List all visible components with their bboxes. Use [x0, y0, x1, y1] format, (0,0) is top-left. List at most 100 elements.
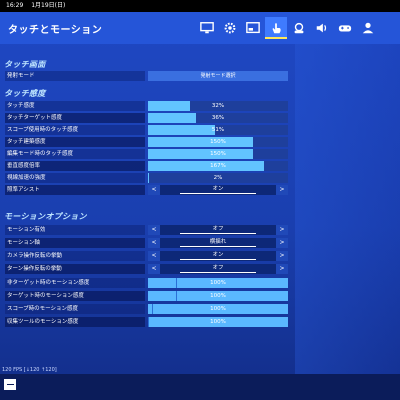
- scope-motion-sensitivity-row: スコープ時のモーション感度 100%: [4, 304, 288, 314]
- slider-value: 32%: [211, 103, 225, 109]
- scope-touch-sensitivity-row: スコープ使用時のタッチ感度 51%: [4, 125, 288, 135]
- tab-touch[interactable]: [265, 17, 287, 39]
- next-option-button[interactable]: >: [276, 185, 288, 195]
- motion-enabled-row: モーション有効 < オフ >: [4, 225, 288, 235]
- previous-option-button[interactable]: <: [148, 264, 160, 274]
- next-option-button[interactable]: >: [276, 264, 288, 274]
- fps-counter: 120 FPS [↓120 ↑120]: [2, 367, 57, 373]
- section-touch-sensitivity: タッチ感度: [4, 89, 46, 98]
- option-value: オン: [212, 252, 224, 258]
- look-acceleration-row: 視線加速の強度 2%: [4, 173, 288, 183]
- row-label: カメラ操作反転の挙動: [5, 251, 145, 261]
- row-label: 視線加速の強度: [5, 173, 145, 183]
- section-touch-ui: タッチ画面: [4, 60, 46, 69]
- previous-option-button[interactable]: <: [148, 238, 160, 248]
- back-button[interactable]: [4, 379, 16, 390]
- account-icon: [362, 22, 374, 34]
- decorative-panel: [295, 44, 400, 374]
- previous-option-button[interactable]: <: [148, 225, 160, 235]
- slider-value: 36%: [211, 115, 225, 121]
- option-display: オフ: [160, 264, 276, 274]
- previous-option-button[interactable]: <: [148, 251, 160, 261]
- option-underline: [180, 246, 256, 247]
- option-display: 横揺れ: [160, 238, 276, 248]
- target-motion-sensitivity-slider[interactable]: 100%: [148, 291, 288, 301]
- tab-audio[interactable]: [311, 17, 333, 39]
- slider-value: 150%: [210, 139, 226, 145]
- non-target-motion-sensitivity-slider[interactable]: 100%: [148, 278, 288, 288]
- slider-value: 100%: [210, 280, 226, 286]
- turn-invert-selector: < オフ >: [148, 264, 288, 274]
- row-label: ターン操作反転の挙動: [5, 264, 145, 274]
- look-acceleration-slider[interactable]: 2%: [148, 173, 288, 183]
- slider-value: 167%: [210, 163, 226, 169]
- tab-account[interactable]: [357, 17, 379, 39]
- option-underline: [180, 233, 256, 234]
- option-display: オフ: [160, 225, 276, 235]
- row-label: ターゲット時のモーション感度: [5, 291, 145, 301]
- touch-sensitivity-slider[interactable]: 32%: [148, 101, 288, 111]
- monitor-icon: [200, 22, 214, 34]
- gamepad-icon: [338, 25, 352, 32]
- tab-monitor[interactable]: [196, 17, 218, 39]
- system-status-bar: 16:29 1月19日(日): [0, 0, 400, 12]
- row-label: タッチ感度: [5, 101, 145, 111]
- touch-sensitivity-row: タッチ感度 32%: [4, 101, 288, 111]
- minus-icon: [6, 383, 14, 386]
- harvest-tool-motion-sensitivity-row: 収集ツールのモーション感度 100%: [4, 317, 288, 327]
- row-label: 垂直感度倍率: [5, 161, 145, 171]
- row-label: モーション有効: [5, 225, 145, 235]
- fire-mode-row: 発射モード 発射モード選択: [4, 71, 288, 81]
- option-value: オフ: [212, 226, 224, 232]
- row-label: スコープ使用時のタッチ感度: [5, 125, 145, 135]
- slider-value: 51%: [211, 127, 225, 133]
- turn-invert-row: ターン操作反転の挙動 < オフ >: [4, 264, 288, 274]
- display-settings-icon: [246, 22, 260, 34]
- camera-invert-selector: < オン >: [148, 251, 288, 261]
- touch-target-sensitivity-slider[interactable]: 36%: [148, 113, 288, 123]
- option-underline: [180, 272, 256, 273]
- slider-value: 150%: [210, 151, 226, 157]
- aim-assist-row: 照準アシスト < オン >: [4, 185, 288, 195]
- target-motion-sensitivity-row: ターゲット時のモーション感度 100%: [4, 291, 288, 301]
- harvest-tool-motion-sensitivity-slider[interactable]: 100%: [148, 317, 288, 327]
- next-option-button[interactable]: >: [276, 251, 288, 261]
- camera-invert-row: カメラ操作反転の挙動 < オン >: [4, 251, 288, 261]
- settings-screen: タッチとモーション タッチ画面 発射モード 発射モード選択 タッチ感度 タッチ感…: [0, 12, 400, 400]
- tab-device[interactable]: [288, 17, 310, 39]
- speaker-icon: [316, 23, 327, 33]
- gear-icon: [224, 22, 236, 34]
- edit-mode-touch-sensitivity-row: 編集モード時のタッチ感度 150%: [4, 149, 288, 159]
- option-value: オフ: [212, 265, 224, 271]
- next-option-button[interactable]: >: [276, 225, 288, 235]
- settings-tabs: [196, 17, 380, 39]
- fire-mode-select-button[interactable]: 発射モード選択: [148, 71, 288, 81]
- option-underline: [180, 259, 256, 260]
- section-motion-options: モーションオプション: [4, 212, 87, 221]
- touch-build-sensitivity-slider[interactable]: 150%: [148, 137, 288, 147]
- option-value: 横揺れ: [209, 239, 227, 245]
- scope-motion-sensitivity-slider[interactable]: 100%: [148, 304, 288, 314]
- slider-value: 100%: [210, 293, 226, 299]
- previous-option-button[interactable]: <: [148, 185, 160, 195]
- row-label: タッチ建築感度: [5, 137, 145, 147]
- status-date: 1月19日(日): [31, 2, 66, 9]
- aim-assist-selector: < オン >: [148, 185, 288, 195]
- edit-mode-touch-sensitivity-slider[interactable]: 150%: [148, 149, 288, 159]
- motion-axis-selector: < 横揺れ >: [148, 238, 288, 248]
- option-value: オン: [212, 186, 224, 192]
- non-target-motion-sensitivity-row: 非ターゲット時のモーション感度 100%: [4, 278, 288, 288]
- tab-controller[interactable]: [334, 17, 356, 39]
- row-label: 収集ツールのモーション感度: [5, 317, 145, 327]
- fire-mode-label: 発射モード: [5, 71, 145, 81]
- next-option-button[interactable]: >: [276, 238, 288, 248]
- vertical-sensitivity-multiplier-slider[interactable]: 167%: [148, 161, 288, 171]
- row-label: 照準アシスト: [5, 185, 145, 195]
- tab-game-settings[interactable]: [219, 17, 241, 39]
- option-display: オン: [160, 185, 276, 195]
- scope-touch-sensitivity-slider[interactable]: 51%: [148, 125, 288, 135]
- touch-build-sensitivity-row: タッチ建築感度 150%: [4, 137, 288, 147]
- tab-hud[interactable]: [242, 17, 264, 39]
- option-display: オン: [160, 251, 276, 261]
- header-bar: タッチとモーション: [0, 12, 400, 44]
